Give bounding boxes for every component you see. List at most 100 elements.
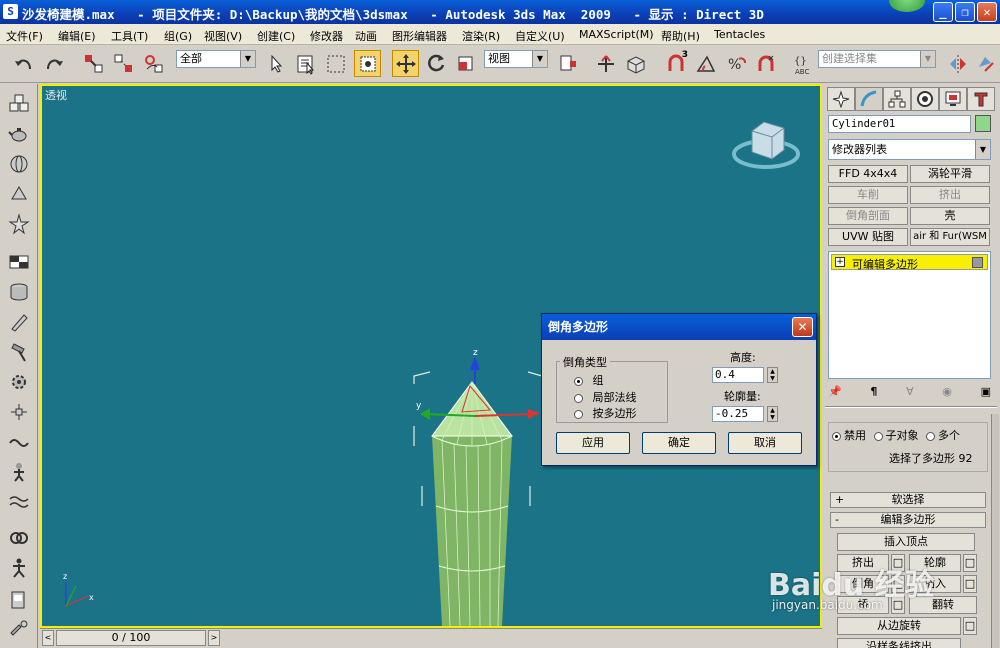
menu-views[interactable]: 视图(V)	[204, 28, 242, 44]
keyboard-shortcut-override-icon[interactable]	[622, 50, 649, 77]
modifier-button-turbosmooth[interactable]: 涡轮平滑	[910, 165, 990, 183]
checker-map-icon[interactable]	[6, 250, 32, 274]
time-slider[interactable]: 0 / 100	[56, 630, 206, 646]
pin-stack-icon[interactable]: 📌	[828, 385, 842, 398]
modifier-button-hair-fur[interactable]: air 和 Fur(WSM	[910, 228, 990, 246]
select-and-link-icon[interactable]	[80, 50, 107, 77]
radio-by-polygon[interactable]: 按多边形	[574, 405, 637, 421]
radio-off[interactable]	[832, 431, 841, 441]
hand-tools-icon[interactable]	[6, 618, 32, 642]
wave-deform-icon[interactable]	[6, 430, 32, 454]
knot-icon[interactable]	[6, 526, 32, 550]
edit-named-selection-sets-icon[interactable]: {} ABC	[790, 50, 817, 77]
modifier-stack[interactable]: + 可编辑多边形	[828, 251, 991, 379]
height-spinner[interactable]: ▲ ▼	[767, 367, 778, 383]
height-input[interactable]: 0.4	[712, 367, 764, 383]
snaps-toggle-icon[interactable]: 3	[662, 50, 689, 77]
modifier-button-shell[interactable]: 壳	[910, 207, 990, 225]
window-crossing-icon[interactable]	[354, 50, 381, 77]
inset-settings-icon[interactable]: □	[963, 575, 977, 593]
select-and-rotate-icon[interactable]	[422, 50, 449, 77]
modifier-button-ffd[interactable]: FFD 4x4x4	[828, 165, 908, 183]
restore-button[interactable]: ❐	[955, 2, 975, 22]
menu-edit[interactable]: 编辑(E)	[58, 28, 96, 44]
radio-group[interactable]: 组	[574, 372, 604, 388]
insert-vertex-button[interactable]: 插入顶点	[837, 533, 975, 551]
cancel-button[interactable]: 取消	[728, 432, 802, 454]
outline-spinner[interactable]: ▲ ▼	[767, 406, 778, 422]
close-button[interactable]: ✕	[977, 2, 997, 22]
stack-item-toggle-icon[interactable]	[972, 257, 983, 268]
ripple-icon[interactable]	[6, 490, 32, 514]
menu-modifiers[interactable]: 修改器	[310, 28, 343, 44]
radio-group-button[interactable]	[574, 376, 583, 386]
object-color-swatch[interactable]	[975, 115, 991, 132]
gear-icon[interactable]	[6, 370, 32, 394]
selection-filter-dropdown[interactable]: 全部 ▼	[176, 50, 256, 68]
outline-settings-icon[interactable]: □	[963, 554, 977, 572]
menu-rendering[interactable]: 渲染(R)	[462, 28, 500, 44]
outline-input[interactable]: -0.25	[712, 406, 764, 422]
minimize-button[interactable]: _	[933, 2, 953, 22]
bind-to-space-warp-icon[interactable]	[140, 50, 167, 77]
extrude-along-spline-button[interactable]: 沿样条线挤出	[837, 638, 961, 648]
remove-modifier-icon[interactable]: ◉	[942, 385, 952, 398]
unlink-selection-icon[interactable]	[110, 50, 137, 77]
boxes-icon[interactable]	[6, 92, 32, 116]
hinge-settings-icon[interactable]: □	[963, 617, 977, 635]
teapot-icon[interactable]	[6, 122, 32, 146]
radio-local-normal-button[interactable]	[574, 393, 583, 403]
tube-icon[interactable]	[6, 310, 32, 334]
menu-tentacles[interactable]: Tentacles	[714, 28, 765, 41]
stack-item-editable-poly[interactable]: + 可编辑多边形	[831, 254, 988, 271]
reference-coordinate-dropdown[interactable]: 视图 ▼	[484, 50, 548, 68]
undo-icon[interactable]	[10, 50, 37, 77]
scroll-panel-icon[interactable]	[6, 588, 32, 612]
align-icon[interactable]	[972, 50, 999, 77]
redo-icon[interactable]	[40, 50, 67, 77]
previous-frame-icon[interactable]: <	[42, 630, 54, 646]
rectangular-selection-region-icon[interactable]	[322, 50, 349, 77]
layers-cylinder-icon[interactable]	[6, 280, 32, 304]
manipulate-icon[interactable]	[592, 50, 619, 77]
radio-by-polygon-button[interactable]	[574, 409, 583, 419]
modifier-button-extrude[interactable]: 挤出	[910, 186, 990, 204]
motion-tab-icon[interactable]	[911, 87, 939, 111]
make-unique-icon[interactable]: ∀	[906, 385, 914, 398]
ok-button[interactable]: 确定	[642, 432, 716, 454]
omni-light-icon[interactable]	[6, 182, 32, 206]
modify-tab-icon[interactable]	[855, 87, 883, 111]
menu-graph-editors[interactable]: 图形编辑器	[392, 28, 447, 44]
modifier-button-lathe[interactable]: 车削	[828, 186, 908, 204]
radio-multi[interactable]	[926, 431, 935, 441]
figure-icon[interactable]	[6, 460, 32, 484]
dummy-pivot-icon[interactable]	[6, 400, 32, 424]
panel-scrollbar[interactable]	[991, 414, 999, 648]
hammer-icon[interactable]	[6, 340, 32, 364]
modifier-button-uvw-map[interactable]: UVW 贴图	[828, 228, 908, 246]
angle-snap-toggle-icon[interactable]	[692, 50, 719, 77]
use-pivot-center-icon[interactable]	[554, 50, 581, 77]
expand-plus-icon[interactable]: +	[835, 257, 845, 267]
hierarchy-tab-icon[interactable]	[883, 87, 911, 111]
menu-customize[interactable]: 自定义(U)	[515, 28, 565, 44]
select-and-move-icon[interactable]	[392, 50, 419, 77]
menu-animation[interactable]: 动画	[355, 28, 377, 44]
object-name-input[interactable]: Cylinder01	[828, 115, 971, 133]
rollout-soft-selection[interactable]: + 软选择	[830, 492, 986, 508]
sphere-icon[interactable]	[6, 152, 32, 176]
menu-file[interactable]: 文件(F)	[6, 28, 43, 44]
hinge-from-edge-button[interactable]: 从边旋转	[837, 617, 961, 635]
apply-button[interactable]: 应用	[556, 432, 630, 454]
next-frame-icon[interactable]: >	[208, 630, 220, 646]
dialog-close-button[interactable]: ✕	[792, 317, 813, 337]
create-tab-icon[interactable]	[827, 87, 855, 111]
configure-modifier-sets-icon[interactable]: ▣	[981, 385, 991, 398]
menu-maxscript[interactable]: MAXScript(M)	[579, 28, 654, 41]
select-by-name-icon[interactable]	[292, 50, 319, 77]
radio-local-normal[interactable]: 局部法线	[574, 389, 637, 405]
radio-subobject[interactable]	[873, 431, 883, 441]
helper-star-icon[interactable]	[6, 212, 32, 236]
select-and-scale-icon[interactable]	[452, 50, 479, 77]
menu-group[interactable]: 组(G)	[164, 28, 192, 44]
